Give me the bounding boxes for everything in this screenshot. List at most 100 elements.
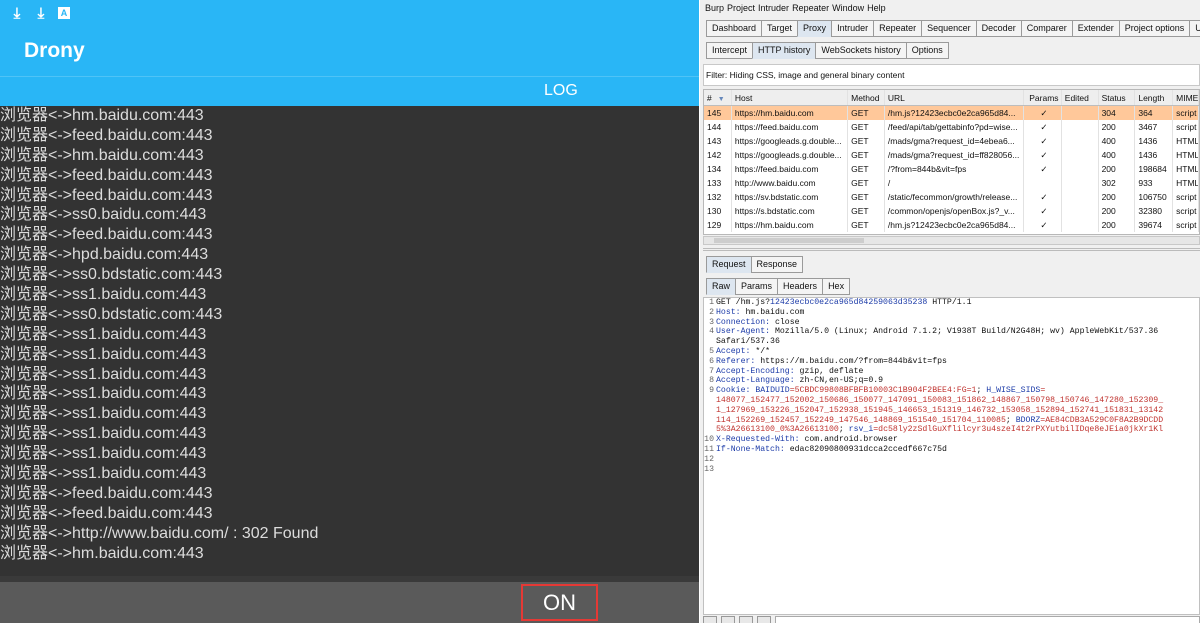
tab-options[interactable]: Options: [905, 42, 949, 59]
filter-bar[interactable]: Filter: Hiding CSS, image and general bi…: [703, 64, 1200, 86]
tab-hex[interactable]: Hex: [822, 278, 851, 295]
menu-item-help[interactable]: Help: [867, 3, 886, 13]
tab-comparer[interactable]: Comparer: [1020, 20, 1073, 37]
table-row[interactable]: 142 https://googleads.g.double... GET/mads…: [704, 148, 1199, 162]
cell-edited: [1062, 120, 1099, 134]
cell-params: [1024, 176, 1062, 190]
forward-icon[interactable]: [757, 616, 771, 623]
log-line: 浏览器<->ss1.baidu.com:443: [0, 286, 207, 304]
tab-dashboard[interactable]: Dashboard: [706, 20, 763, 37]
log-list[interactable]: 浏览器<->hm.baidu.com:443 浏览器<->feed.baidu.c…: [0, 106, 699, 576]
cell-num: 132: [704, 190, 732, 204]
log-line: 浏览器<->feed.baidu.com:443: [0, 186, 213, 204]
request-line: 12: [704, 455, 1199, 465]
table-row[interactable]: 143 https://googleads.g.double... GET/mads…: [704, 134, 1199, 148]
table-row[interactable]: 132 https://sv.bdstatic.com GET/static/fec…: [704, 190, 1199, 204]
table-row[interactable]: 134 https://feed.baidu.com GET/?from=844b&…: [704, 162, 1199, 176]
column-header-method[interactable]: Method: [848, 90, 885, 105]
line-text: Host: hm.baidu.com: [716, 308, 804, 318]
column-header-edited[interactable]: Edited: [1062, 90, 1099, 105]
menu-item-burp[interactable]: Burp: [705, 3, 724, 13]
settings-icon[interactable]: [721, 616, 735, 623]
table-row[interactable]: 130 https://s.bdstatic.com GET/common/open…: [704, 204, 1199, 218]
log-line: 浏览器<->hm.baidu.com:443: [0, 146, 204, 164]
help-icon[interactable]: [703, 616, 717, 623]
tab-decoder[interactable]: Decoder: [975, 20, 1022, 37]
header-name: X-Requested-With:: [716, 435, 800, 445]
cell-params: ✓: [1024, 204, 1062, 218]
cell-params: ✓: [1024, 106, 1062, 120]
line-number: [704, 416, 716, 426]
menu-item-window[interactable]: Window: [832, 3, 864, 13]
line-number: 8: [709, 376, 714, 386]
on-toggle-button[interactable]: ON: [521, 584, 598, 621]
tab-log[interactable]: LOG: [544, 82, 578, 100]
tab-target[interactable]: Target: [761, 20, 799, 37]
table-row[interactable]: 129 https://hm.baidu.com GET/hm.js?12423ec…: [704, 218, 1199, 232]
log-line: 浏览器<->feed.baidu.com:443: [0, 126, 213, 144]
scrollbar-thumb[interactable]: [714, 238, 864, 243]
log-line: 浏览器<->feed.baidu.com:443: [0, 504, 213, 522]
tab-extender[interactable]: Extender: [1071, 20, 1120, 37]
tab-http-history[interactable]: HTTP history: [752, 42, 817, 59]
request-line: 2 Host: hm.baidu.com: [704, 308, 1199, 318]
tab-headers[interactable]: Headers: [777, 278, 824, 295]
cell-mime: HTML: [1173, 162, 1199, 176]
tab-repeater[interactable]: Repeater: [873, 20, 923, 37]
request-line: 7 Accept-Encoding: gzip, deflate: [704, 367, 1199, 377]
cell-params: ✓: [1024, 134, 1062, 148]
tab-raw[interactable]: Raw: [706, 278, 737, 295]
menu-item-intruder[interactable]: Intruder: [758, 3, 789, 13]
cell-status: 200: [1099, 120, 1136, 134]
tab-params[interactable]: Params: [735, 278, 779, 295]
line-number: 5: [709, 346, 714, 356]
token: BDORZ: [1015, 415, 1041, 425]
request-editor[interactable]: 1 GET /hm.js?12423ecbc0e2ca965d84259063d3…: [703, 297, 1200, 615]
table-row[interactable]: 144 https://feed.baidu.com GET/feed/api/ta…: [704, 120, 1199, 134]
cell-edited: [1062, 176, 1099, 190]
menu-item-repeater[interactable]: Repeater: [792, 3, 829, 13]
tab-user[interactable]: User: [1189, 20, 1200, 37]
tab-request[interactable]: Request: [706, 256, 752, 273]
table-row[interactable]: 145 https://hm.baidu.com GET/hm.js?12423ec…: [704, 106, 1199, 120]
header-name: Referer:: [716, 356, 756, 366]
request-line: 11 If-None-Match: edac82090800931dcca2cce…: [704, 445, 1199, 455]
request-line: 4 User-Agent: Mozilla/5.0 (Linux; Android…: [704, 327, 1199, 337]
column-header-host[interactable]: Host: [732, 90, 849, 105]
app-title: Drony: [24, 39, 85, 62]
split-divider[interactable]: [703, 248, 1200, 251]
log-line: 浏览器<->ss1.baidu.com:443: [0, 445, 207, 463]
line-text: Safari/537.36: [716, 337, 780, 347]
column-header-number[interactable]: # ▼: [704, 90, 732, 105]
tab-proxy[interactable]: Proxy: [797, 20, 833, 37]
editor-footer: [703, 616, 1200, 623]
cell-length: 1436: [1135, 148, 1174, 162]
back-icon[interactable]: [739, 616, 753, 623]
column-header-status[interactable]: Status: [1099, 90, 1136, 105]
tab-bar: LOG: [0, 76, 699, 106]
token: =: [1040, 386, 1046, 396]
token: edac82090800931dcca2ccedf667c75d: [784, 444, 947, 454]
cell-edited: [1062, 218, 1099, 232]
tab-sequencer[interactable]: Sequencer: [921, 20, 977, 37]
tab-intruder[interactable]: Intruder: [831, 20, 875, 37]
column-header-length[interactable]: Length: [1135, 90, 1174, 105]
cell-host: https://hm.baidu.com: [732, 218, 849, 232]
cell-method: GET: [848, 218, 885, 232]
token: GET /hm.js?: [716, 298, 771, 307]
tab-response[interactable]: Response: [750, 256, 804, 273]
tab-websockets-history[interactable]: WebSockets history: [815, 42, 907, 59]
column-header-mime[interactable]: MIME: [1173, 90, 1199, 105]
column-header-url[interactable]: URL: [885, 90, 1024, 105]
table-row[interactable]: 133 http://www.baidu.com GET/ 302 933 HTML: [704, 176, 1199, 190]
tab-intercept[interactable]: Intercept: [706, 42, 754, 59]
line-number: 6: [709, 356, 714, 366]
header-name: Accept-Encoding:: [716, 366, 795, 376]
cell-mime: HTML: [1173, 148, 1199, 162]
column-header-params[interactable]: Params: [1024, 90, 1062, 105]
horizontal-scrollbar[interactable]: [703, 236, 1200, 245]
tab-project-options[interactable]: Project options: [1118, 20, 1191, 37]
menu-item-project[interactable]: Project: [727, 3, 755, 13]
cell-status: 200: [1099, 218, 1136, 232]
search-input[interactable]: [775, 616, 1200, 623]
